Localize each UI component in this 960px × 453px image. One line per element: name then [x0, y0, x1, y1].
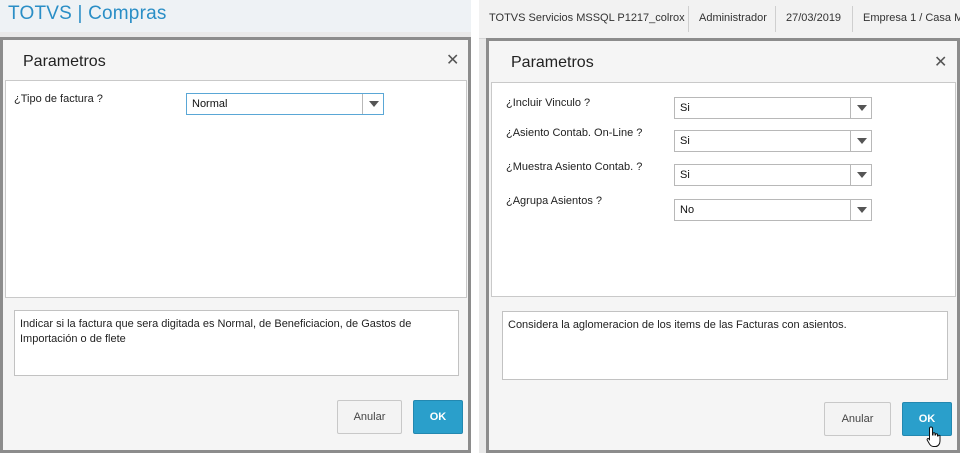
status-separator [775, 6, 776, 32]
app-header: TOTVS | Compras [0, 0, 471, 32]
questions-panel: ¿Incluir Vinculo ? Si ¿Asiento Contab. O… [491, 82, 956, 297]
select-value: No [680, 204, 695, 216]
status-separator [688, 6, 689, 32]
question-label: ¿Muestra Asiento Contab. ? [506, 161, 643, 173]
chevron-down-icon[interactable] [850, 165, 871, 185]
questions-panel: ¿Tipo de factura ? Normal [5, 80, 467, 298]
close-icon[interactable]: ✕ [934, 52, 947, 72]
show-entry-select[interactable]: Si [674, 164, 872, 186]
parameters-dialog-right: Parametros ✕ ¿Incluir Vinculo ? Si ¿Asie… [486, 38, 960, 453]
dialog-title: Parametros [23, 53, 106, 70]
select-value: Si [680, 169, 690, 181]
help-text: Considera la aglomeracion de los items d… [508, 319, 847, 331]
select-value: Si [680, 102, 690, 114]
parameters-dialog-left: Parametros ✕ ¿Tipo de factura ? Normal I… [0, 37, 471, 453]
cancel-button[interactable]: Anular [824, 402, 891, 436]
group-entries-select[interactable]: No [674, 199, 872, 221]
include-link-select[interactable]: Si [674, 97, 872, 119]
select-value: Si [680, 135, 690, 147]
question-label: ¿Incluir Vinculo ? [506, 97, 591, 109]
chevron-down-icon[interactable] [850, 131, 871, 151]
help-text-box: Considera la aglomeracion de los items d… [502, 311, 948, 380]
chevron-down-icon[interactable] [850, 200, 871, 220]
screen-divider [471, 0, 479, 453]
status-separator [852, 6, 853, 32]
invoice-type-select[interactable]: Normal [186, 93, 384, 115]
environment-label: TOTVS Servicios MSSQL P1217_colrox [489, 12, 685, 24]
help-text-box: Indicar si la factura que sera digitada … [14, 310, 459, 376]
ok-button[interactable]: OK [413, 400, 463, 434]
user-label: Administrador [699, 12, 767, 24]
question-label: ¿Agrupa Asientos ? [506, 195, 603, 207]
help-text: Indicar si la factura que sera digitada … [20, 318, 412, 345]
date-label: 27/03/2019 [786, 12, 842, 24]
question-label: ¿Tipo de factura ? [14, 93, 103, 105]
status-bar: TOTVS Servicios MSSQL P1217_colrox Admin… [479, 0, 960, 39]
cancel-button[interactable]: Anular [337, 400, 402, 434]
close-icon[interactable]: ✕ [446, 50, 459, 70]
hand-cursor-icon [926, 426, 941, 447]
question-label: ¿Asiento Contab. On-Line ? [506, 127, 643, 139]
dialog-title: Parametros [511, 54, 594, 71]
app-title: TOTVS | Compras [8, 3, 167, 24]
online-entry-select[interactable]: Si [674, 130, 872, 152]
select-value: Normal [192, 98, 228, 110]
chevron-down-icon[interactable] [362, 94, 383, 114]
chevron-down-icon[interactable] [850, 98, 871, 118]
company-label: Empresa 1 / Casa Ma [863, 12, 960, 24]
